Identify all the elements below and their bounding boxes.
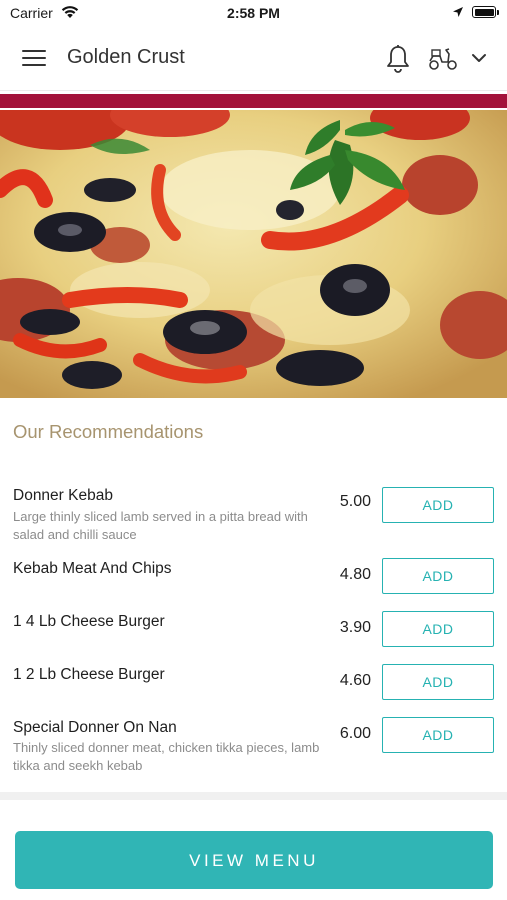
menu-icon[interactable] <box>22 50 46 68</box>
item-description: Thinly sliced donner meat, chicken tikka… <box>13 740 320 773</box>
item-name: Special Donner On Nan <box>13 719 177 736</box>
item-price: 4.80 <box>339 566 371 583</box>
view-menu-button[interactable]: VIEW MENU <box>15 831 493 889</box>
add-button[interactable]: ADD <box>382 717 494 753</box>
section-title: Our Recommendations <box>13 421 204 442</box>
hero-image <box>0 110 507 398</box>
item-name: 1 2 Lb Cheese Burger <box>13 666 165 683</box>
add-button[interactable]: ADD <box>382 558 494 594</box>
item-name: 1 4 Lb Cheese Burger <box>13 613 165 630</box>
clock: 2:58 PM <box>227 5 280 21</box>
status-bar: Carrier 2:58 PM <box>0 0 507 28</box>
item-price: 4.60 <box>339 672 371 689</box>
add-button[interactable]: ADD <box>382 664 494 700</box>
item-price: 5.00 <box>339 493 371 510</box>
add-button[interactable]: ADD <box>382 487 494 523</box>
add-button[interactable]: ADD <box>382 611 494 647</box>
item-price: 6.00 <box>339 725 371 742</box>
chevron-down-icon[interactable] <box>471 52 487 64</box>
item-price: 3.90 <box>339 619 371 636</box>
brand-bar <box>0 94 507 108</box>
battery-tip <box>497 10 499 15</box>
section-divider <box>0 792 507 800</box>
battery-icon <box>472 6 496 18</box>
scooter-icon[interactable] <box>428 46 458 72</box>
item-name: Donner Kebab <box>13 487 113 504</box>
pizza-illustration <box>0 110 507 398</box>
bell-icon[interactable] <box>385 44 411 74</box>
app-header: Golden Crust <box>0 28 507 91</box>
item-description: Large thinly sliced lamb served in a pit… <box>13 509 308 542</box>
location-arrow-icon <box>453 7 463 17</box>
app-title: Golden Crust <box>67 46 185 68</box>
item-name: Kebab Meat And Chips <box>13 560 172 577</box>
